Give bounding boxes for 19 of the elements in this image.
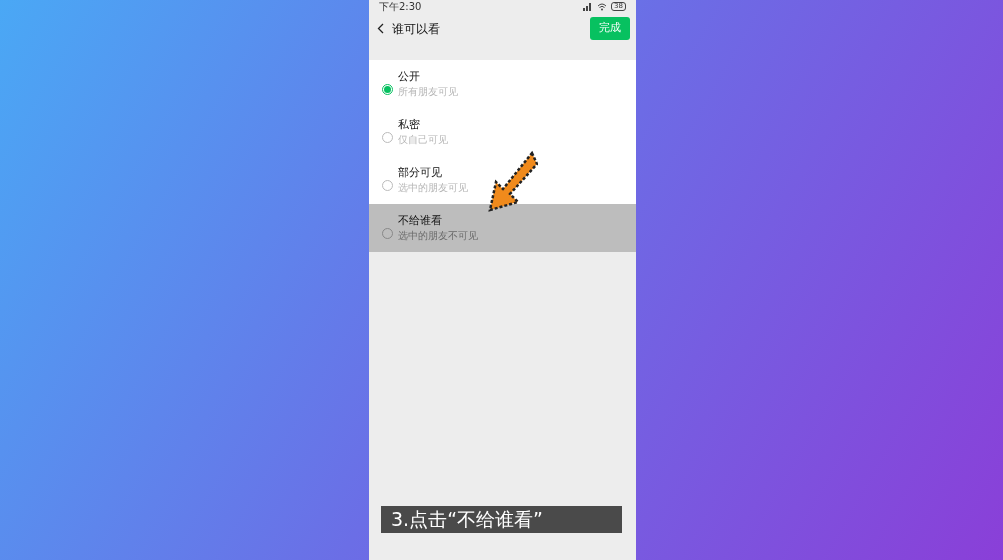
option-description: 选中的朋友可见 — [398, 180, 468, 194]
option-label: 部分可见 — [398, 166, 443, 181]
signal-icon — [583, 2, 594, 11]
pointer-arrow-drawing — [488, 150, 538, 212]
visibility-option[interactable]: 不给谁看 选中的朋友不可见 — [369, 204, 636, 252]
status-time: 下午2:30 — [379, 0, 422, 14]
visibility-option[interactable]: 部分可见 选中的朋友可见 — [369, 156, 636, 204]
option-label: 公开 — [398, 70, 421, 85]
visibility-option[interactable]: 公开 所有朋友可见 — [369, 60, 636, 108]
option-label: 不给谁看 — [398, 214, 443, 229]
visibility-option[interactable]: 私密 仅自己可见 — [369, 108, 636, 156]
wifi-icon — [597, 2, 608, 11]
page-title: 谁可以看 — [392, 20, 441, 38]
caption-banner: 3.点击“不给谁看” — [381, 506, 622, 533]
back-icon[interactable] — [377, 23, 384, 34]
option-description: 选中的朋友不可见 — [398, 228, 478, 242]
option-label: 私密 — [398, 118, 421, 133]
option-description: 所有朋友可见 — [398, 84, 458, 98]
option-description: 仅自己可见 — [398, 132, 448, 146]
